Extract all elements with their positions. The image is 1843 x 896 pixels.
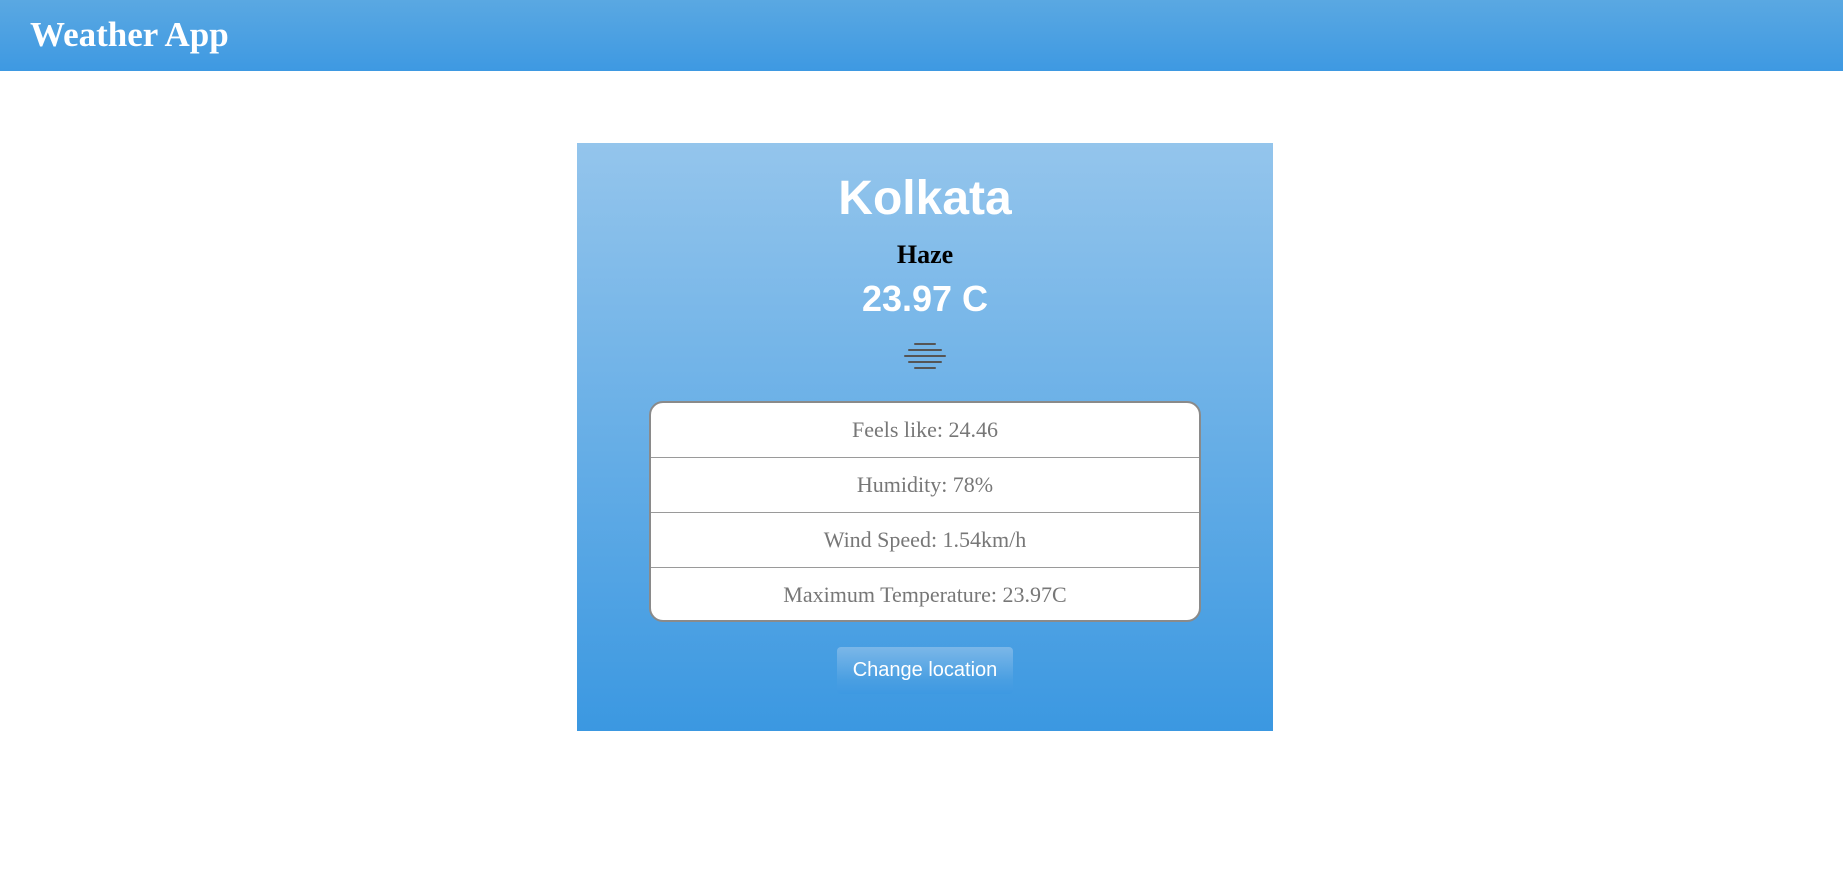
- detail-wind-speed: Wind Speed: 1.54km/h: [651, 513, 1199, 568]
- detail-feels-like: Feels like: 24.46: [651, 403, 1199, 458]
- haze-icon: [904, 343, 946, 369]
- city-name: Kolkata: [838, 172, 1012, 225]
- weather-card: Kolkata Haze 23.97 C Feels like: 24.46 H…: [577, 143, 1273, 731]
- app-header: Weather App: [0, 0, 1843, 71]
- change-location-button[interactable]: Change location: [837, 647, 1013, 694]
- weather-details-list: Feels like: 24.46 Humidity: 78% Wind Spe…: [649, 401, 1201, 622]
- temperature: 23.97 C: [861, 278, 989, 319]
- detail-max-temperature: Maximum Temperature: 23.97C: [783, 582, 1067, 607]
- weather-condition: Haze: [896, 240, 954, 269]
- detail-humidity: Humidity: 78%: [651, 458, 1199, 513]
- app-title: Weather App: [30, 15, 229, 54]
